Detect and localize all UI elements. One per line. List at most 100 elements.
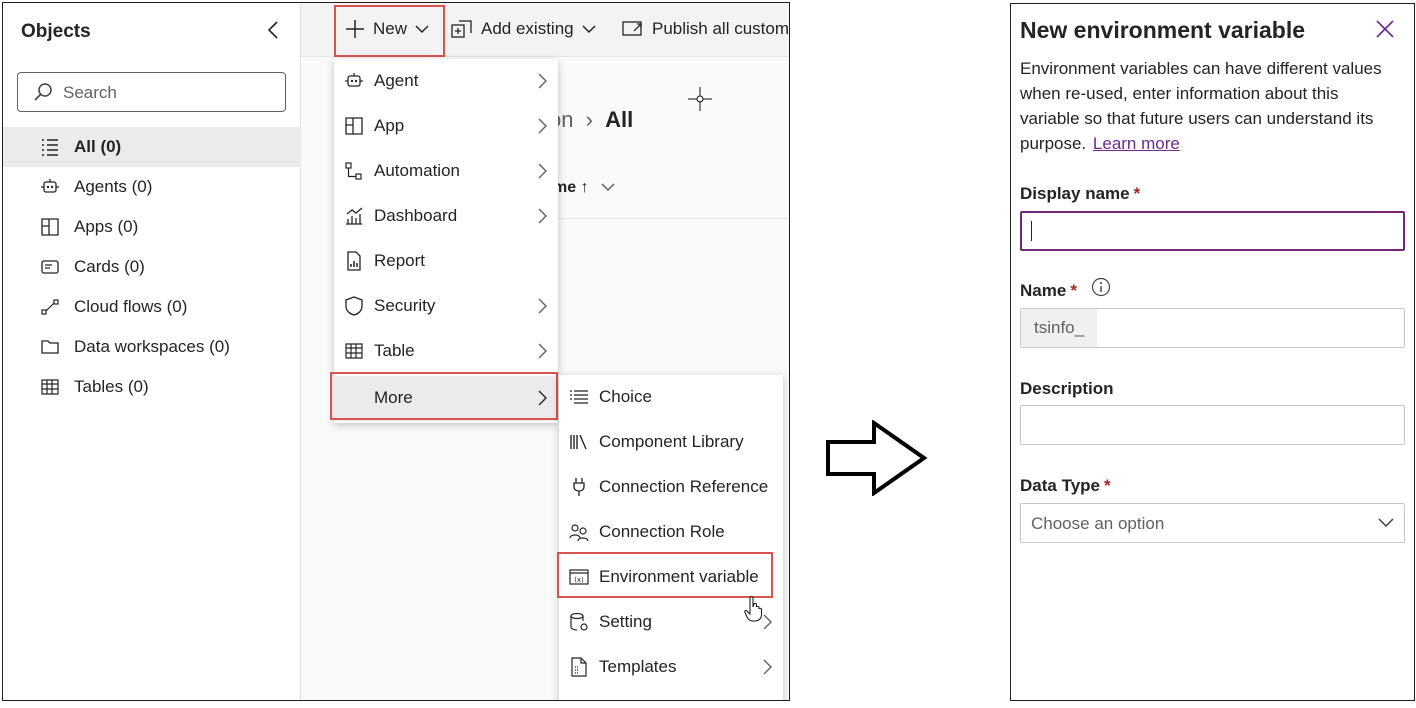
- text-caret: [1031, 221, 1032, 241]
- database-gear-icon: [570, 612, 588, 631]
- data-type-select[interactable]: Choose an option: [1020, 503, 1405, 543]
- menu-item-label: Dashboard: [374, 206, 458, 225]
- column-header-label: me ↑: [553, 179, 589, 196]
- menu-item-report[interactable]: Report: [334, 239, 558, 284]
- display-name-input[interactable]: [1020, 211, 1405, 251]
- breadcrumb: on › All: [549, 107, 634, 132]
- sidebar-item-label: Agents (0): [74, 177, 153, 196]
- menu-item-agent[interactable]: Agent: [334, 59, 558, 104]
- app-grid-icon: [345, 117, 363, 135]
- menu-item-label: Table: [374, 341, 415, 360]
- menu-item-automation[interactable]: Automation: [334, 149, 558, 194]
- folder-icon: [41, 340, 59, 354]
- menu-item-label: Connection Role: [599, 522, 725, 541]
- info-icon[interactable]: [1091, 277, 1111, 297]
- menu-item-label: App: [374, 116, 405, 135]
- hand-pointer-cursor-icon: [744, 596, 762, 622]
- chevron-right-icon: [538, 163, 547, 179]
- app-grid-icon: [41, 218, 59, 236]
- menu-item-label: Choice: [599, 387, 652, 406]
- menu-item-security[interactable]: Security: [334, 284, 558, 329]
- menu-item-connection-role[interactable]: Connection Role: [559, 510, 783, 555]
- sidebar-item-cards[interactable]: Cards (0): [3, 247, 301, 287]
- sidebar-item-label: Tables (0): [74, 377, 149, 396]
- choice-list-icon: [570, 390, 588, 404]
- add-existing-button[interactable]: Add existing: [451, 3, 596, 55]
- menu-item-dashboard[interactable]: Dashboard: [334, 194, 558, 239]
- library-icon: [570, 434, 587, 450]
- name-prefix: tsinfo_: [1021, 309, 1097, 347]
- flow-icon: [41, 299, 59, 315]
- card-icon: [41, 260, 59, 274]
- description-input[interactable]: [1020, 405, 1405, 445]
- add-existing-icon: [451, 20, 472, 38]
- crosshair-cursor-icon: [688, 87, 712, 111]
- description-label: Description: [1020, 379, 1114, 398]
- data-type-placeholder: Choose an option: [1031, 514, 1165, 533]
- sidebar-item-agents[interactable]: Agents (0): [3, 167, 301, 207]
- sidebar-item-all[interactable]: All (0): [3, 127, 301, 167]
- publish-all-customizations-button[interactable]: Publish all custom: [622, 3, 789, 55]
- chevron-down-icon: [1378, 518, 1394, 528]
- table-icon: [41, 379, 59, 395]
- sidebar-item-label: Cloud flows (0): [74, 297, 188, 316]
- sidebar-item-data-workspaces[interactable]: Data workspaces (0): [3, 327, 301, 367]
- panel-description-text: Environment variables can have different…: [1020, 59, 1382, 153]
- required-marker: *: [1133, 184, 1141, 203]
- collapse-chevron-left-icon[interactable]: [263, 19, 285, 41]
- menu-item-label: Report: [374, 251, 426, 270]
- sidebar-item-label: Cards (0): [74, 257, 145, 276]
- menu-item-component-library[interactable]: Component Library: [559, 420, 783, 465]
- new-button-highlight: [334, 5, 445, 57]
- menu-item-label: Connection Reference: [599, 477, 769, 496]
- column-header-name[interactable]: me ↑: [553, 179, 615, 197]
- people-icon: [569, 524, 589, 542]
- table-icon: [345, 343, 363, 359]
- required-marker: *: [1070, 281, 1077, 300]
- new-environment-variable-panel: New environment variable Environment var…: [1010, 3, 1415, 701]
- menu-item-label: Automation: [374, 161, 460, 180]
- menu-item-table[interactable]: Table: [334, 329, 558, 374]
- chevron-down-icon: [582, 25, 596, 34]
- sidebar-item-label: Apps (0): [74, 217, 139, 236]
- add-existing-label: Add existing: [481, 19, 574, 38]
- panel-description: Environment variables can have different…: [1020, 56, 1400, 156]
- required-marker: *: [1104, 476, 1111, 495]
- more-item-highlight: [330, 372, 558, 420]
- more-submenu: Choice Component Library Connection Refe…: [559, 375, 783, 700]
- menu-item-web[interactable]: W: [559, 690, 783, 700]
- menu-item-label: Setting: [599, 612, 652, 631]
- sidebar-item-tables[interactable]: Tables (0): [3, 367, 301, 407]
- search-icon: [34, 83, 52, 101]
- menu-item-connection-reference[interactable]: Connection Reference: [559, 465, 783, 510]
- sidebar-item-label: Data workspaces (0): [74, 337, 230, 356]
- search-input[interactable]: Search: [17, 72, 286, 112]
- sidebar-item-label: All (0): [74, 137, 122, 156]
- name-input[interactable]: tsinfo_: [1020, 308, 1405, 348]
- sidebar-item-cloud-flows[interactable]: Cloud flows (0): [3, 287, 301, 327]
- menu-item-choice[interactable]: Choice: [559, 375, 783, 420]
- menu-item-templates[interactable]: Templates: [559, 645, 783, 690]
- data-type-label-text: Data Type: [1020, 476, 1100, 495]
- chevron-right-icon: [538, 73, 547, 89]
- new-dropdown-menu: Agent App Automation Dashboard Report Se…: [334, 59, 558, 423]
- chevron-right-icon: [538, 208, 547, 224]
- objects-sidebar: Objects Search All (0) Agents (0) Apps (…: [3, 3, 301, 700]
- dashboard-icon: [346, 207, 363, 225]
- sidebar-item-apps[interactable]: Apps (0): [3, 207, 301, 247]
- shield-icon: [345, 296, 363, 316]
- learn-more-link[interactable]: Learn more: [1093, 134, 1180, 153]
- name-label: Name *: [1020, 281, 1077, 301]
- menu-item-app[interactable]: App: [334, 104, 558, 149]
- menu-item-label: Security: [374, 296, 436, 315]
- menu-item-label: Templates: [599, 657, 677, 676]
- chevron-down-icon: [601, 183, 615, 192]
- chevron-right-icon: [538, 343, 547, 359]
- close-icon[interactable]: [1374, 18, 1396, 40]
- plug-icon: [573, 478, 585, 496]
- publish-label: Publish all custom: [652, 19, 790, 38]
- flow-icon: [345, 162, 362, 180]
- data-type-label: Data Type *: [1020, 476, 1111, 496]
- name-label-text: Name: [1020, 281, 1067, 300]
- sidebar-title: Objects: [21, 21, 91, 42]
